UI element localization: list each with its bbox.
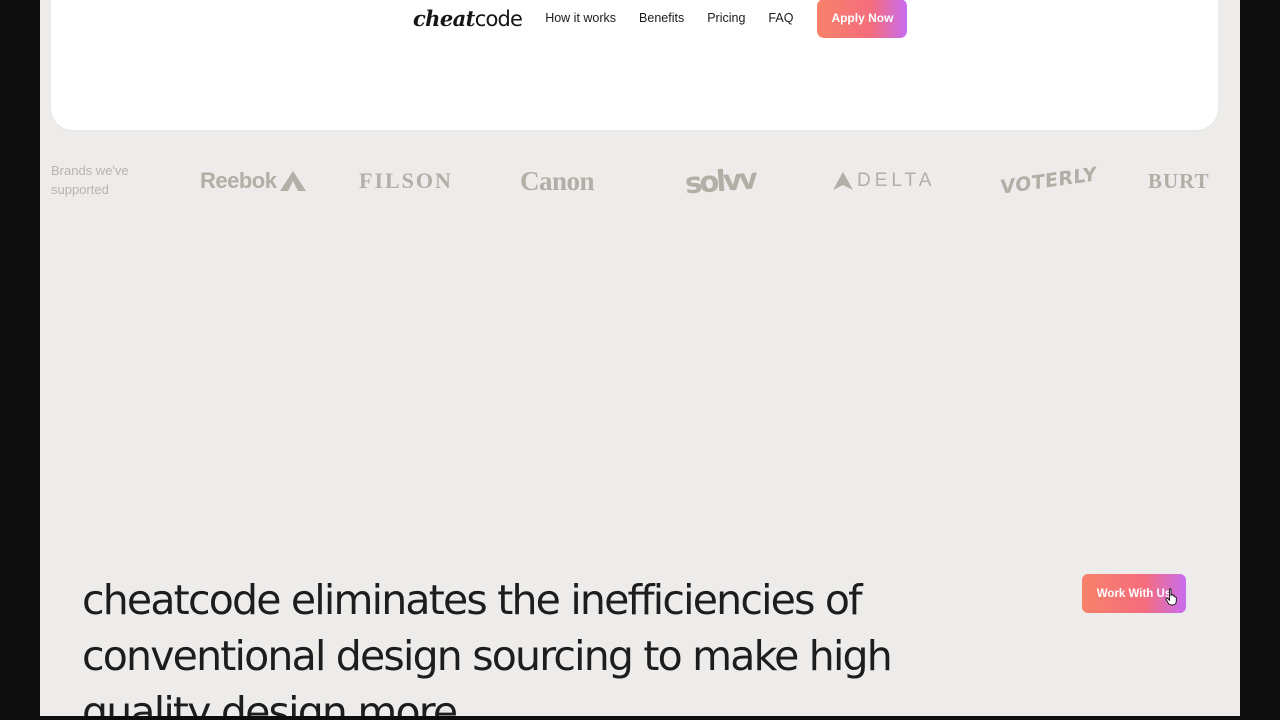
cheatcode-logo[interactable]: cheatcode <box>413 5 523 31</box>
brand-name-reebok: Reebok <box>200 168 277 193</box>
brands-label: Brands we've supported <box>51 163 129 197</box>
brand-logo-canon: Canon <box>520 164 595 198</box>
delta-triangle-icon <box>833 172 853 190</box>
site-header: cheatcode How it works Benefits Pricing … <box>51 0 1218 130</box>
hero-heading: cheatcode eliminates the inefficiencies … <box>82 576 893 716</box>
nav-how-it-works[interactable]: How it works <box>545 11 616 25</box>
main-nav: cheatcode How it works Benefits Pricing … <box>413 0 908 38</box>
brand-logo-voterly: VOTERLY <box>1000 157 1097 205</box>
work-with-us-button[interactable]: Work With Us <box>1082 574 1186 613</box>
reebok-delta-icon <box>280 171 307 191</box>
nav-benefits[interactable]: Benefits <box>639 11 684 25</box>
logo-part-code: code <box>474 6 523 31</box>
brand-logo-delta: DELTA <box>833 164 935 198</box>
nav-pricing[interactable]: Pricing <box>707 11 745 25</box>
brand-logo-reebok: Reebok <box>200 164 307 198</box>
apply-now-button[interactable]: Apply Now <box>817 0 908 38</box>
nav-faq[interactable]: FAQ <box>768 11 793 25</box>
logo-part-cheat: cheat <box>413 5 475 31</box>
brand-logo-solvv: solvv <box>684 162 756 201</box>
brand-name-burt: BURT <box>1148 168 1210 193</box>
brand-name-delta: DELTA <box>857 170 936 191</box>
brand-logo-filson: FILSON <box>359 164 453 198</box>
brand-logo-burt: BURT <box>1148 164 1210 198</box>
brand-name-canon: Canon <box>520 165 595 196</box>
brand-name-voterly: VOTERLY <box>1000 163 1098 199</box>
brand-name-filson: FILSON <box>359 168 453 193</box>
page-viewport: cheatcode How it works Benefits Pricing … <box>40 0 1240 716</box>
brand-name-solvv: solvv <box>683 161 757 201</box>
